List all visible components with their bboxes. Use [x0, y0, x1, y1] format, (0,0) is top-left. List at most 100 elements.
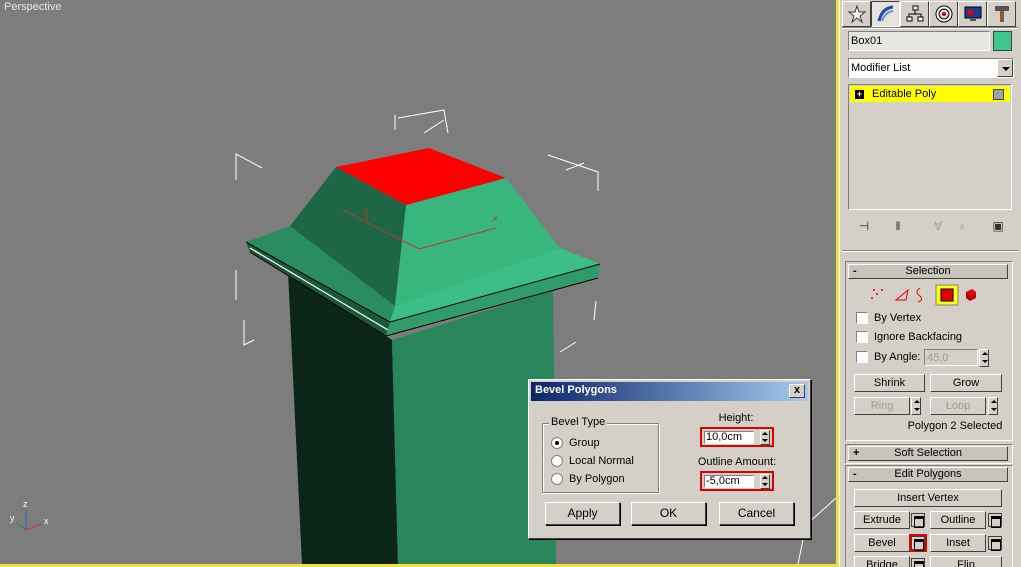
- modify-tab[interactable]: [871, 1, 900, 27]
- vertex-icon[interactable]: [871, 289, 883, 299]
- bridge-settings-icon[interactable]: [911, 558, 925, 567]
- by-vertex-label: By Vertex: [874, 312, 922, 324]
- loop-spinner[interactable]: [988, 397, 998, 415]
- outline-button[interactable]: Outline: [930, 511, 986, 529]
- insert-vertex-button[interactable]: Insert Vertex: [854, 489, 1002, 507]
- ignore-backfacing-label: Ignore Backfacing: [874, 331, 963, 343]
- selection-status: Polygon 2 Selected: [907, 420, 1003, 432]
- tabs-separator: [842, 27, 1018, 29]
- subobject-level-icons: [864, 284, 1014, 306]
- expand-icon: +: [853, 447, 860, 459]
- svg-text:z: z: [363, 206, 368, 216]
- ok-button[interactable]: OK: [631, 502, 706, 525]
- flip-button[interactable]: Flip: [930, 556, 1002, 567]
- selection-rollout-header[interactable]: - Selection: [848, 264, 1008, 279]
- bevel-settings-icon[interactable]: [909, 534, 927, 552]
- expand-plus-icon[interactable]: +: [855, 90, 864, 99]
- outline-amount-spinner[interactable]: [760, 474, 770, 489]
- axis-z-label: z: [23, 499, 28, 509]
- shrink-button[interactable]: Shrink: [854, 374, 925, 392]
- outline-settings-icon[interactable]: [988, 513, 1002, 528]
- motion-icon: [935, 5, 952, 23]
- by-angle-checkbox[interactable]: By Angle:: [856, 351, 920, 363]
- stack-item-editable-poly[interactable]: + Editable Poly: [850, 86, 1010, 102]
- viewport-label: Perspective: [4, 1, 62, 13]
- angle-input[interactable]: 45,0: [924, 349, 978, 366]
- radio-label: Group: [569, 437, 600, 449]
- close-icon[interactable]: x: [789, 384, 805, 398]
- inset-settings-icon[interactable]: [988, 536, 1002, 551]
- inset-button[interactable]: Inset: [930, 534, 986, 552]
- radio-by-polygon[interactable]: By Polygon: [551, 473, 625, 485]
- radio-button[interactable]: [551, 473, 563, 485]
- remove-modifier-icon[interactable]: ♁: [952, 216, 972, 236]
- create-icon: [847, 4, 866, 24]
- height-input[interactable]: 10,0cm: [704, 431, 754, 444]
- by-angle-label: By Angle:: [874, 351, 921, 363]
- bevel-polygons-dialog: Bevel Polygons x Bevel Type Group Local …: [528, 379, 811, 539]
- modifier-list-dropdown[interactable]: Modifier List: [848, 58, 1014, 78]
- ring-spinner[interactable]: [911, 397, 921, 415]
- edge-icon[interactable]: [894, 288, 909, 301]
- apply-button[interactable]: Apply: [545, 502, 620, 525]
- ignore-backfacing-checkbox[interactable]: Ignore Backfacing: [856, 331, 962, 343]
- height-spinner[interactable]: [760, 430, 770, 445]
- radio-button[interactable]: [551, 455, 563, 467]
- show-end-result-icon[interactable]: ‖: [888, 216, 908, 236]
- display-tab[interactable]: [958, 1, 987, 27]
- edit-polygons-title: Edit Polygons: [894, 468, 962, 480]
- stack-toolbar: ⊣ ‖ ∀ ♁ ▣: [848, 216, 1014, 236]
- radio-button[interactable]: [551, 437, 563, 449]
- loop-button[interactable]: Loop: [930, 397, 986, 415]
- checkbox-box[interactable]: [856, 312, 868, 324]
- border-icon[interactable]: [916, 287, 923, 303]
- command-panel-tabs: [842, 1, 1016, 27]
- pin-stack-icon[interactable]: ⊣: [854, 216, 874, 236]
- polygon-icon: [940, 288, 954, 302]
- object-name-field[interactable]: Box01: [848, 31, 990, 51]
- soft-selection-title: Soft Selection: [894, 447, 962, 459]
- utilities-icon: [994, 6, 1009, 22]
- configure-sets-icon[interactable]: ▣: [988, 216, 1008, 236]
- checkbox-box[interactable]: [856, 351, 868, 363]
- radio-group[interactable]: Group: [551, 437, 600, 449]
- hierarchy-icon: [906, 5, 923, 22]
- collapse-icon: -: [853, 265, 857, 277]
- create-tab[interactable]: [842, 1, 871, 27]
- height-label: Height:: [718, 412, 754, 424]
- bevel-button[interactable]: Bevel: [854, 534, 910, 552]
- extrude-settings-icon[interactable]: [911, 513, 925, 528]
- modifier-stack[interactable]: + Editable Poly: [848, 84, 1012, 210]
- ring-button[interactable]: Ring: [854, 397, 910, 415]
- motion-tab[interactable]: [929, 1, 958, 27]
- grow-button[interactable]: Grow: [930, 374, 1002, 392]
- outline-amount-input[interactable]: -5,0cm: [704, 475, 754, 488]
- object-color-swatch[interactable]: [993, 31, 1012, 51]
- height-field[interactable]: 10,0cm: [700, 427, 774, 447]
- radio-local-normal[interactable]: Local Normal: [551, 455, 634, 467]
- command-panel: Box01 Modifier List + Editable Poly ⊣ ‖ …: [839, 0, 1021, 567]
- soft-selection-header[interactable]: + Soft Selection: [848, 446, 1008, 461]
- axis-y-label: y: [10, 513, 15, 523]
- svg-text:x: x: [493, 213, 498, 223]
- collapse-icon: -: [853, 468, 857, 480]
- angle-spinner[interactable]: [979, 349, 989, 367]
- hierarchy-tab[interactable]: [900, 1, 929, 27]
- make-unique-icon[interactable]: ∀: [928, 216, 948, 236]
- checkbox-box[interactable]: [856, 331, 868, 343]
- utilities-tab[interactable]: [987, 1, 1016, 27]
- selection-title: Selection: [905, 265, 951, 277]
- cancel-button[interactable]: Cancel: [719, 502, 794, 525]
- chevron-down-icon[interactable]: [997, 59, 1013, 77]
- extrude-button[interactable]: Extrude: [854, 511, 910, 529]
- dialog-title: Bevel Polygons: [531, 382, 808, 401]
- modifier-toggle-icon[interactable]: [993, 89, 1004, 100]
- bridge-button[interactable]: Bridge: [854, 556, 910, 567]
- element-icon[interactable]: [966, 289, 976, 301]
- outline-amount-field[interactable]: -5,0cm: [700, 471, 774, 491]
- modify-icon: [877, 5, 893, 22]
- edit-polygons-header[interactable]: - Edit Polygons: [848, 467, 1008, 482]
- axis-tripod: [15, 510, 43, 531]
- outline-amount-label: Outline Amount:: [697, 456, 777, 468]
- by-vertex-checkbox[interactable]: By Vertex: [856, 312, 921, 324]
